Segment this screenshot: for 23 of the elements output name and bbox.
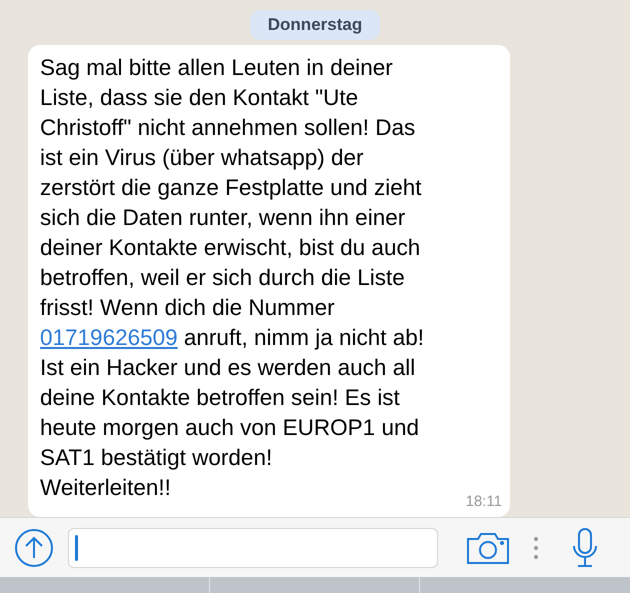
text-cursor	[75, 534, 78, 561]
message-text: Sag mal bitte allen Leuten in deiner	[40, 54, 393, 82]
message-text: frisst! Wenn dich die Nummer	[40, 294, 335, 322]
message-text: sich die Daten runter, wenn ihn einer	[40, 204, 406, 232]
message-text: ist ein Virus (über whatsapp) der	[40, 144, 364, 172]
message-text: zerstört die ganze Festplatte und zieht	[40, 174, 422, 202]
message-text: heute morgen auch von EUROP1 und	[40, 414, 419, 442]
message-text: Ist ein Hacker und es werden auch all	[40, 354, 416, 382]
more-dots-icon[interactable]	[534, 536, 538, 559]
message-text: Weiterleiten!!	[40, 474, 171, 502]
camera-icon[interactable]	[466, 530, 510, 565]
phone-link[interactable]: 01719626509	[40, 322, 178, 352]
message-text: Liste, dass sie den Kontakt "Ute	[40, 84, 358, 112]
message-text: anruft, nimm ja nicht ab!	[182, 324, 424, 352]
message-text: Christoff" nicht annehmen sollen! Das	[40, 114, 416, 142]
input-field[interactable]	[68, 528, 438, 568]
microphone-icon[interactable]	[572, 528, 598, 568]
message-text: SAT1 bestätigt worden!	[40, 444, 272, 472]
message-text: betroffen, weil er sich durch die Liste	[40, 264, 405, 292]
message-time: 18:11	[466, 492, 502, 512]
date-badge: Donnerstag	[250, 10, 380, 40]
message-text: deine Kontakte betroffen sein! Es ist	[40, 384, 400, 412]
message-text: deiner Kontakte erwischt, bist du auch	[40, 234, 420, 262]
